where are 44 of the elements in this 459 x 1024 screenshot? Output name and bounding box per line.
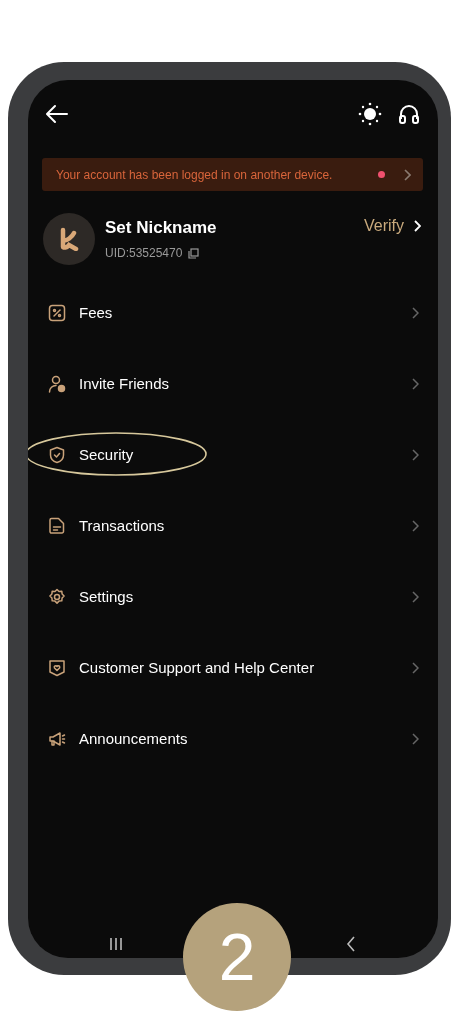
recent-apps-icon[interactable] [108,937,124,951]
menu-item[interactable]: Customer Support and Help Center [28,632,438,703]
chevron-right-icon [412,590,419,603]
chevron-right-icon [412,448,419,461]
menu-label: Transactions [79,517,166,534]
megaphone-icon [48,729,66,748]
menu-label: Announcements [79,730,189,747]
chat-heart-icon [48,658,66,677]
notice-banner[interactable]: Your account has been logged in on another device. [42,158,423,191]
verify-link[interactable]: Verify [364,217,421,235]
nickname-text: Set Nickname [105,218,218,238]
menu-item[interactable]: Announcements [28,703,438,774]
menu-item[interactable]: Transactions [28,490,438,561]
chevron-right-icon [412,377,419,390]
copy-icon[interactable] [188,247,200,259]
back-icon[interactable] [346,936,356,952]
menu-label: Fees [79,304,114,321]
document-icon [48,516,66,535]
notice-text: Your account has been logged in on another device. [56,167,334,182]
avatar[interactable] [43,213,95,265]
chevron-right-icon [412,519,419,532]
menu-item[interactable]: Fees [28,277,438,348]
uid-text: UID:53525470 [105,246,183,260]
chevron-right-icon [413,220,421,232]
menu-label: Security [79,446,135,463]
shield-icon [48,445,66,464]
menu-item[interactable]: Security [28,419,438,490]
menu-label: Settings [79,588,135,605]
step-badge: 2 [183,903,291,1011]
menu-item[interactable]: Settings [28,561,438,632]
menu-label: Customer Support and Help Center [79,659,316,676]
chevron-right-icon [412,306,419,319]
chevron-right-icon [412,732,419,745]
menu-item[interactable]: Invite Friends [28,348,438,419]
logo-icon [58,227,80,251]
gear-icon [48,587,66,606]
person-icon [48,374,66,393]
headset-icon[interactable] [398,103,420,125]
sun-icon[interactable] [358,102,382,126]
back-arrow-icon[interactable] [45,104,69,124]
chevron-right-icon [403,168,411,181]
menu-label: Invite Friends [79,375,171,392]
chevron-right-icon [412,661,419,674]
percent-icon [48,303,66,322]
